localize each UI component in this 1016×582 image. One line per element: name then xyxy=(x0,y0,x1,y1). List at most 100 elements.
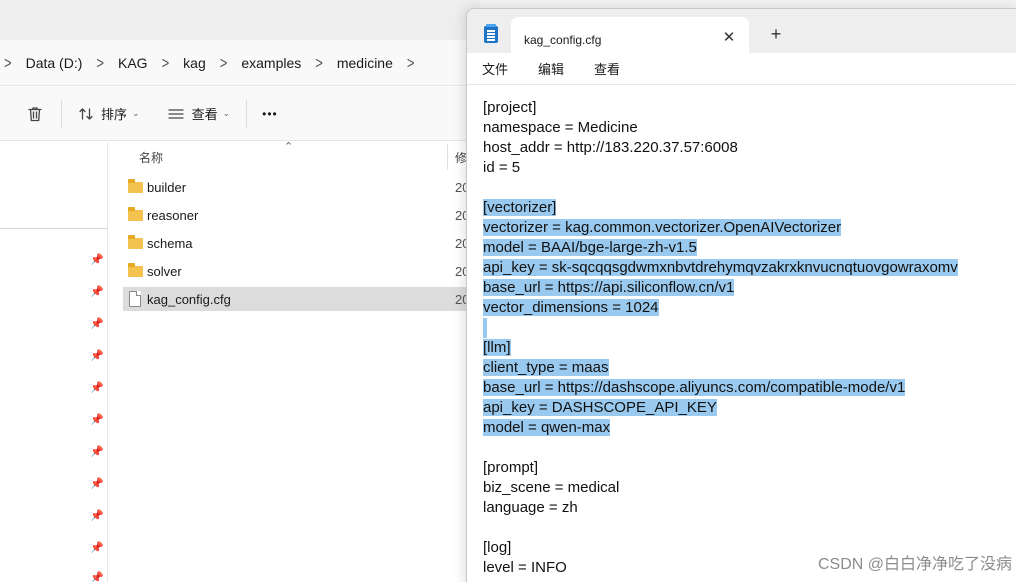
editor-line-selected: model = qwen-max xyxy=(483,418,611,438)
breadcrumb-drive[interactable]: Data (D:) xyxy=(26,55,83,71)
editor-line-selected: base_url = https://dashscope.aliyuncs.co… xyxy=(483,378,906,398)
editor-line: id = 5 xyxy=(483,158,520,178)
column-name-header[interactable]: 名称 xyxy=(139,149,163,166)
list-item-reasoner[interactable]: reasoner 20 xyxy=(123,203,503,227)
pin-icon: 📌 xyxy=(90,286,104,298)
view-label: 查看 xyxy=(191,107,218,122)
sort-label: 排序 xyxy=(101,107,128,122)
folder-icon xyxy=(127,207,143,223)
line-text: [prompt] xyxy=(483,459,539,476)
chevron-down-icon: ⌄ xyxy=(222,108,231,118)
list-item-schema[interactable]: schema 20 xyxy=(123,231,503,255)
file-explorer-window: > Data (D:) > KAG > kag > examples > med… xyxy=(0,0,503,582)
more-options-button[interactable]: ••• xyxy=(262,98,278,130)
pin-icon: 📌 xyxy=(90,382,104,394)
chevron-right-icon: > xyxy=(4,52,12,73)
navigation-pane: 📌 📌 📌 📌 📌 📌 📌 📌 📌 📌 📌 xyxy=(0,142,108,582)
breadcrumb-medicine[interactable]: medicine xyxy=(337,55,393,71)
empty-selection-marker xyxy=(483,318,487,338)
text-editor[interactable]: [project] namespace = Medicine host_addr… xyxy=(467,86,1016,582)
chevron-right-icon: > xyxy=(219,52,228,73)
line-text: api_key = DASHSCOPE_API_KEY xyxy=(483,399,717,416)
breadcrumb-examples[interactable]: examples xyxy=(241,55,301,71)
explorer-toolbar: 排序 ⌄ 查看 ⌄ ••• xyxy=(0,87,480,141)
list-item-solver[interactable]: solver 20 xyxy=(123,259,503,283)
explorer-title-strip xyxy=(0,0,480,40)
sort-icon xyxy=(79,107,93,120)
pin-icon: 📌 xyxy=(90,510,104,522)
folder-icon xyxy=(127,179,143,195)
file-name: builder xyxy=(147,180,187,195)
line-text: biz_scene = medical xyxy=(483,479,620,496)
more-icon: ••• xyxy=(262,106,278,121)
editor-line-selected: model = BAAI/bge-large-zh-v1.5 xyxy=(483,238,697,258)
notepad-tab-bar: kag_config.cfg ✕ + xyxy=(467,9,1016,54)
menu-edit[interactable]: 编辑 xyxy=(538,59,564,78)
toolbar-divider xyxy=(246,99,248,128)
line-text: namespace = Medicine xyxy=(483,119,638,136)
column-header: 名称 ⌃ 修 xyxy=(108,141,480,170)
line-text: host_addr = http://183.220.37.57:6008 xyxy=(483,139,738,156)
line-text: id = 5 xyxy=(483,159,521,176)
file-name: kag_config.cfg xyxy=(147,292,231,307)
editor-line: biz_scene = medical xyxy=(483,478,619,498)
pin-icon: 📌 xyxy=(90,478,104,490)
editor-line-selected: client_type = maas xyxy=(483,358,609,378)
line-text: vectorizer = kag.common.vectorizer.OpenA… xyxy=(483,219,842,236)
chevron-right-icon: > xyxy=(96,52,104,73)
pin-icon: 📌 xyxy=(90,414,104,426)
notepad-window: kag_config.cfg ✕ + 文件 编辑 查看 [project] na… xyxy=(466,8,1016,582)
file-name: reasoner xyxy=(147,208,199,223)
line-text: base_url = https://dashscope.aliyuncs.co… xyxy=(483,379,906,396)
document-icon xyxy=(127,291,143,307)
editor-line-selected: [llm] xyxy=(483,338,511,358)
view-button[interactable]: 查看 ⌄ xyxy=(167,98,231,130)
editor-line-selected: api_key = sk-sqcqqsgdwmxnbvtdrehymqvzakr… xyxy=(483,258,958,278)
notepad-menu-bar: 文件 编辑 查看 xyxy=(467,53,1016,85)
breadcrumb-kag-root[interactable]: KAG xyxy=(118,55,148,71)
breadcrumb-kag[interactable]: kag xyxy=(183,55,206,71)
line-text: api_key = sk-sqcqqsgdwmxnbvtdrehymqvzakr… xyxy=(483,259,958,276)
pin-icon: 📌 xyxy=(90,350,104,362)
editor-line: host_addr = http://183.220.37.57:6008 xyxy=(483,138,738,158)
close-icon[interactable]: ✕ xyxy=(720,29,738,47)
editor-line: namespace = Medicine xyxy=(483,118,638,138)
line-text: model = qwen-max xyxy=(483,419,611,436)
editor-line-selected: vector_dimensions = 1024 xyxy=(483,298,659,318)
pin-icon: 📌 xyxy=(90,318,104,330)
chevron-right-icon: > xyxy=(406,52,415,73)
pin-icon: 📌 xyxy=(90,542,104,554)
editor-line: [project] xyxy=(483,98,536,118)
menu-file[interactable]: 文件 xyxy=(482,59,508,78)
folder-icon xyxy=(127,235,143,251)
pin-icon: 📌 xyxy=(90,254,104,266)
address-bar[interactable]: > Data (D:) > KAG > kag > examples > med… xyxy=(0,40,480,86)
list-item-builder[interactable]: builder 20 xyxy=(123,175,503,199)
column-divider[interactable] xyxy=(447,144,448,170)
list-view-icon xyxy=(167,108,184,119)
notepad-app-icon xyxy=(484,24,498,43)
line-text: model = BAAI/bge-large-zh-v1.5 xyxy=(483,239,697,256)
trash-icon xyxy=(28,106,42,121)
editor-line-selected: api_key = DASHSCOPE_API_KEY xyxy=(483,398,717,418)
editor-line: [prompt] xyxy=(483,458,538,478)
pin-icon: 📌 xyxy=(90,572,104,582)
toolbar-divider xyxy=(61,99,62,128)
line-text: vector_dimensions = 1024 xyxy=(483,299,659,316)
line-text: level = INFO xyxy=(483,559,567,576)
menu-view[interactable]: 查看 xyxy=(594,59,620,78)
list-item-kag-config[interactable]: kag_config.cfg 20 xyxy=(123,287,503,311)
line-text: base_url = https://api.siliconflow.cn/v1 xyxy=(483,279,735,296)
line-text: client_type = maas xyxy=(483,359,609,376)
file-name: schema xyxy=(147,236,193,251)
sort-button[interactable]: 排序 ⌄ xyxy=(78,98,140,130)
line-text: language = zh xyxy=(483,499,578,516)
new-tab-icon[interactable]: + xyxy=(767,25,785,43)
tab-kag-config[interactable]: kag_config.cfg ✕ xyxy=(511,17,749,54)
editor-line-selected: [vectorizer] xyxy=(483,198,557,218)
delete-button[interactable] xyxy=(26,98,44,130)
editor-line: language = zh xyxy=(483,498,578,518)
file-list: 名称 ⌃ 修 builder 20 reasoner 20 schema 20 … xyxy=(108,141,503,582)
editor-line: [log] xyxy=(483,538,511,558)
sort-ascending-icon: ⌃ xyxy=(284,141,294,153)
